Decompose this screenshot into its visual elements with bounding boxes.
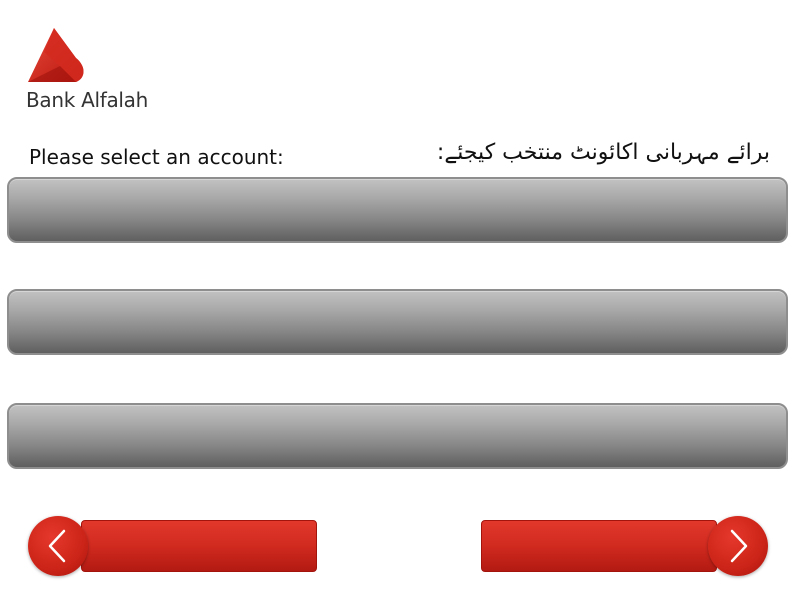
bank-logo: Bank Alfalah <box>24 26 174 118</box>
account-button-2[interactable] <box>7 289 788 355</box>
select-account-prompt: Please select an account: <box>29 145 284 169</box>
back-button[interactable] <box>28 516 317 576</box>
bank-alfalah-logo-icon <box>28 28 84 82</box>
next-button[interactable] <box>481 516 768 576</box>
bank-name: Bank Alfalah <box>26 88 149 112</box>
account-button-1[interactable] <box>7 177 788 243</box>
select-account-prompt-urdu: برائے مہربانی اکائونٹ منتخب کیجئے: <box>436 140 770 165</box>
account-button-3[interactable] <box>7 403 788 469</box>
